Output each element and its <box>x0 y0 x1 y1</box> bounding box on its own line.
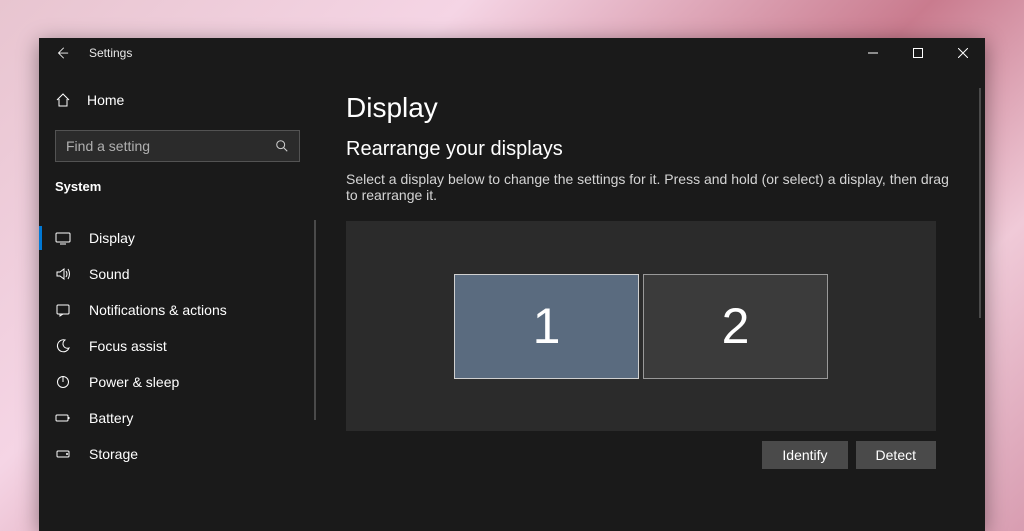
back-button[interactable] <box>53 44 71 62</box>
category-heading: System <box>39 178 316 210</box>
identify-button[interactable]: Identify <box>762 441 847 469</box>
search-icon <box>275 139 289 153</box>
nav-label: Notifications & actions <box>89 302 227 318</box>
sidebar-item-notifications[interactable]: Notifications & actions <box>39 292 316 328</box>
maximize-button[interactable] <box>895 38 940 68</box>
sidebar-item-sound[interactable]: Sound <box>39 256 316 292</box>
nav-label: Storage <box>89 446 138 462</box>
nav-label: Battery <box>89 410 133 426</box>
close-button[interactable] <box>940 38 985 68</box>
window-title: Settings <box>89 46 132 60</box>
home-label: Home <box>87 92 124 108</box>
nav-label: Sound <box>89 266 129 282</box>
nav-list: Display Sound Notifications & actions <box>39 220 316 472</box>
monitor-2[interactable]: 2 <box>643 274 828 379</box>
monitor-number: 1 <box>533 297 561 355</box>
category-label: System <box>55 179 101 194</box>
sidebar: Home System Display <box>39 68 316 531</box>
power-icon <box>55 374 71 390</box>
sidebar-item-display[interactable]: Display <box>39 220 316 256</box>
sidebar-item-battery[interactable]: Battery <box>39 400 316 436</box>
window-controls <box>850 38 985 68</box>
focus-assist-icon <box>55 338 71 354</box>
sidebar-item-storage[interactable]: Storage <box>39 436 316 472</box>
monitor-number: 2 <box>722 297 750 355</box>
sidebar-item-power-sleep[interactable]: Power & sleep <box>39 364 316 400</box>
minimize-button[interactable] <box>850 38 895 68</box>
home-nav[interactable]: Home <box>39 82 316 118</box>
settings-window: Settings Home <box>39 38 985 531</box>
nav-label: Focus assist <box>89 338 167 354</box>
search-input[interactable] <box>66 138 275 154</box>
display-arrangement-panel[interactable]: 1 2 <box>346 221 936 431</box>
detect-button[interactable]: Detect <box>856 441 936 469</box>
home-icon <box>55 92 71 108</box>
main-scrollbar[interactable] <box>979 88 981 318</box>
search-box[interactable] <box>55 130 300 162</box>
nav-label: Display <box>89 230 135 246</box>
monitor-1[interactable]: 1 <box>454 274 639 379</box>
sidebar-item-focus-assist[interactable]: Focus assist <box>39 328 316 364</box>
page-title: Display <box>346 92 955 124</box>
main-panel: Display Rearrange your displays Select a… <box>316 68 985 531</box>
sound-icon <box>55 266 71 282</box>
storage-icon <box>55 446 71 462</box>
display-button-row: Identify Detect <box>346 441 936 469</box>
titlebar: Settings <box>39 38 985 68</box>
section-description: Select a display below to change the set… <box>346 171 955 203</box>
notifications-icon <box>55 302 71 318</box>
display-icon <box>55 230 71 246</box>
section-title: Rearrange your displays <box>346 138 955 161</box>
nav-label: Power & sleep <box>89 374 179 390</box>
window-body: Home System Display <box>39 68 985 531</box>
battery-icon <box>55 410 71 426</box>
